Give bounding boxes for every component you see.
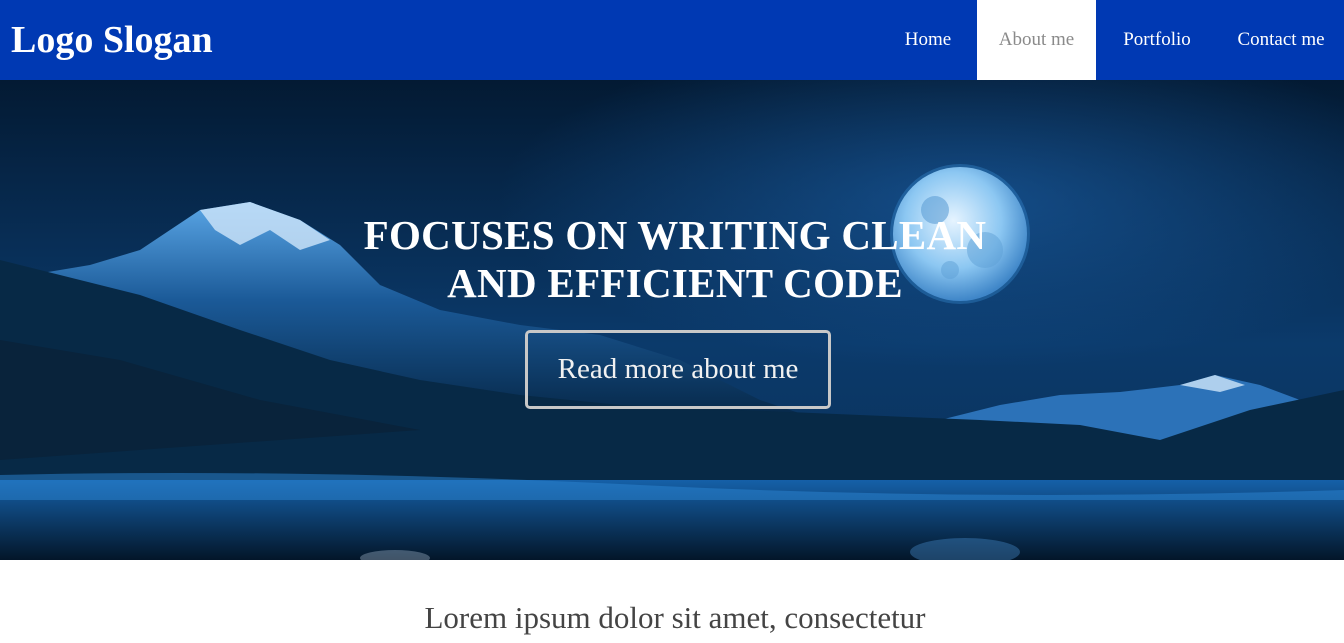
nav-item-contact-me[interactable]: Contact me bbox=[1218, 0, 1344, 80]
nav-item-about-me[interactable]: About me bbox=[977, 0, 1096, 80]
hero-banner: FOCUSES ON WRITING CLEAN AND EFFICIENT C… bbox=[0, 80, 1344, 560]
hero-background-image bbox=[0, 80, 1344, 560]
intro-text: Lorem ipsum dolor sit amet, consectetur bbox=[424, 600, 926, 635]
hero-title: FOCUSES ON WRITING CLEAN AND EFFICIENT C… bbox=[300, 211, 1050, 307]
hero-title-line-1: FOCUSES ON WRITING CLEAN bbox=[363, 212, 987, 258]
nav-item-home[interactable]: Home bbox=[877, 0, 977, 80]
nav-item-portfolio[interactable]: Portfolio bbox=[1096, 0, 1218, 80]
read-more-button[interactable]: Read more about me bbox=[525, 330, 831, 409]
site-logo[interactable]: Logo Slogan bbox=[11, 17, 213, 63]
main-nav: Home About me Portfolio Contact me bbox=[877, 0, 1344, 80]
hero-title-line-2: AND EFFICIENT CODE bbox=[447, 260, 903, 306]
site-header: Logo Slogan Home About me Portfolio Cont… bbox=[0, 0, 1344, 80]
